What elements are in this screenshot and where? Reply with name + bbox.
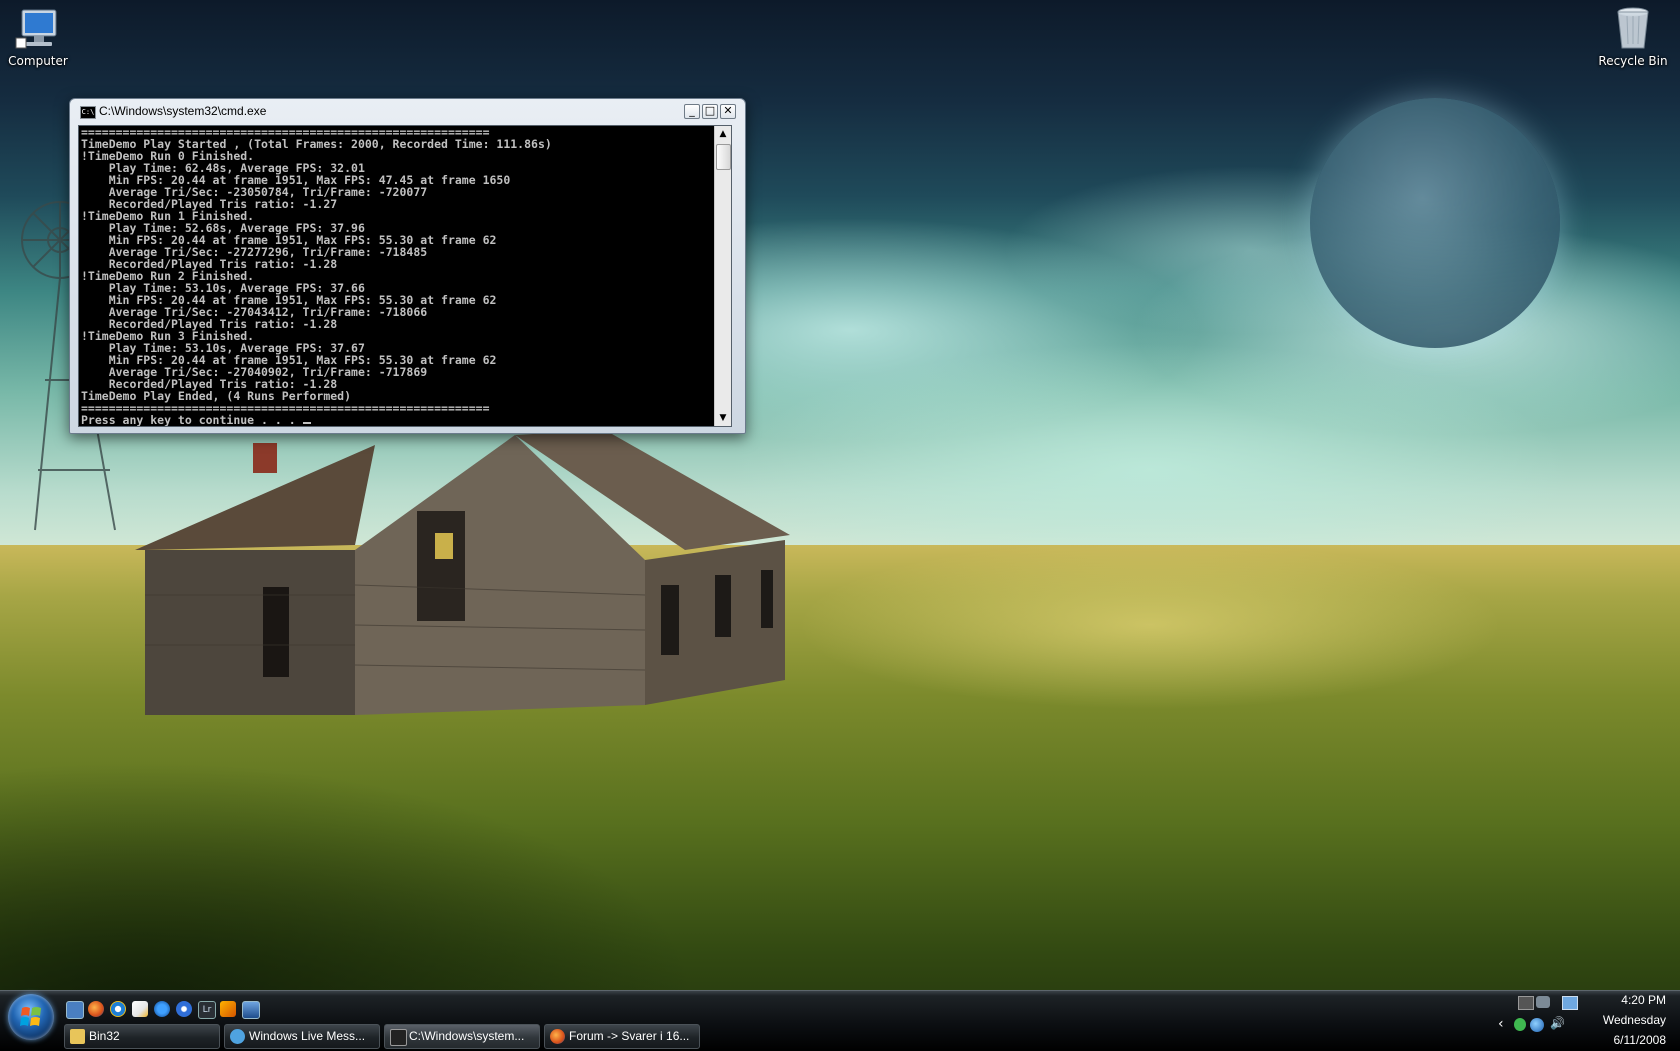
- messenger-status-icon[interactable]: [1514, 1018, 1526, 1031]
- taskbar-button-label: Windows Live Mess...: [249, 1029, 366, 1043]
- tray-app-icon[interactable]: [1536, 996, 1550, 1008]
- system-tray: ‹ 🔊 4:20 PM Wednesday 6/11/2008: [1490, 991, 1680, 1051]
- console-line: Press any key to continue . . .: [81, 414, 717, 426]
- computer-icon: [15, 9, 57, 49]
- folder-icon: [70, 1029, 85, 1044]
- scroll-thumb[interactable]: [716, 144, 731, 170]
- desktop-icon-computer[interactable]: Computer: [0, 4, 78, 68]
- taskbar-button-cmd[interactable]: C:\Windows\system...: [384, 1024, 540, 1049]
- maximize-button[interactable]: □: [702, 104, 718, 119]
- show-hidden-icons-icon[interactable]: ‹: [1498, 1016, 1504, 1032]
- console-area[interactable]: ========================================…: [78, 125, 732, 427]
- scroll-down-arrow-icon[interactable]: ▼: [715, 410, 731, 426]
- show-desktop-icon[interactable]: [66, 1001, 84, 1019]
- cmd-window[interactable]: C:\ C:\Windows\system32\cmd.exe _ □ ✕ ==…: [69, 98, 746, 434]
- taskbar-button-firefox[interactable]: Forum -> Svarer i 16...: [544, 1024, 700, 1049]
- messenger-icon: [230, 1029, 245, 1044]
- desktop-icon-label: Computer: [8, 54, 68, 68]
- window-switcher-icon[interactable]: [242, 1001, 260, 1019]
- taskbar-button-label: Bin32: [89, 1029, 120, 1043]
- moon-graphic: [1310, 98, 1560, 348]
- farmhouse-graphic: [135, 430, 790, 715]
- firefox-icon: [550, 1029, 565, 1044]
- minimize-button[interactable]: _: [684, 104, 700, 119]
- desktop-icon-recycle-bin[interactable]: Recycle Bin: [1593, 4, 1673, 68]
- taskbar: Lr Bin32 Windows Live Mess... C:\Windows…: [0, 990, 1680, 1051]
- taskbar-button-label: Forum -> Svarer i 16...: [569, 1029, 690, 1043]
- globe-icon[interactable]: [1530, 1018, 1544, 1032]
- clock-time[interactable]: 4:20 PM: [1621, 993, 1666, 1007]
- network-icon[interactable]: [1562, 996, 1578, 1010]
- console-output: ========================================…: [81, 126, 717, 426]
- window-title: C:\Windows\system32\cmd.exe: [99, 104, 267, 118]
- tray-app-icon[interactable]: [1518, 996, 1534, 1010]
- text-cursor: [302, 422, 311, 424]
- cmd-icon: C:\: [80, 106, 96, 119]
- recycle-bin-icon: [1617, 7, 1649, 49]
- cmd-titlebar[interactable]: C:\ C:\Windows\system32\cmd.exe _ □ ✕: [70, 99, 745, 123]
- internet-explorer-icon[interactable]: [110, 1001, 126, 1017]
- cmd-icon: [390, 1029, 407, 1046]
- taskbar-button-bin32[interactable]: Bin32: [64, 1024, 220, 1049]
- close-button[interactable]: ✕: [720, 104, 736, 119]
- clock-day[interactable]: Wednesday: [1603, 1013, 1666, 1027]
- clock-date[interactable]: 6/11/2008: [1614, 1033, 1667, 1047]
- taskbar-button-label: C:\Windows\system...: [409, 1029, 525, 1043]
- windows-logo-icon: [20, 1007, 41, 1026]
- volume-icon[interactable]: 🔊: [1550, 1016, 1565, 1030]
- lightroom-icon[interactable]: Lr: [198, 1001, 216, 1019]
- blue-app-icon[interactable]: [176, 1001, 192, 1017]
- firefox-icon[interactable]: [88, 1001, 104, 1017]
- start-button[interactable]: [8, 994, 54, 1040]
- taskbar-button-messenger[interactable]: Windows Live Mess...: [224, 1024, 380, 1049]
- notepad-icon[interactable]: [132, 1001, 148, 1017]
- desktop-icon-label: Recycle Bin: [1598, 54, 1668, 68]
- winamp-icon[interactable]: [220, 1001, 236, 1017]
- vertical-scrollbar[interactable]: ▲ ▼: [714, 126, 731, 426]
- scroll-up-arrow-icon[interactable]: ▲: [715, 126, 731, 142]
- messenger-icon[interactable]: [154, 1001, 170, 1017]
